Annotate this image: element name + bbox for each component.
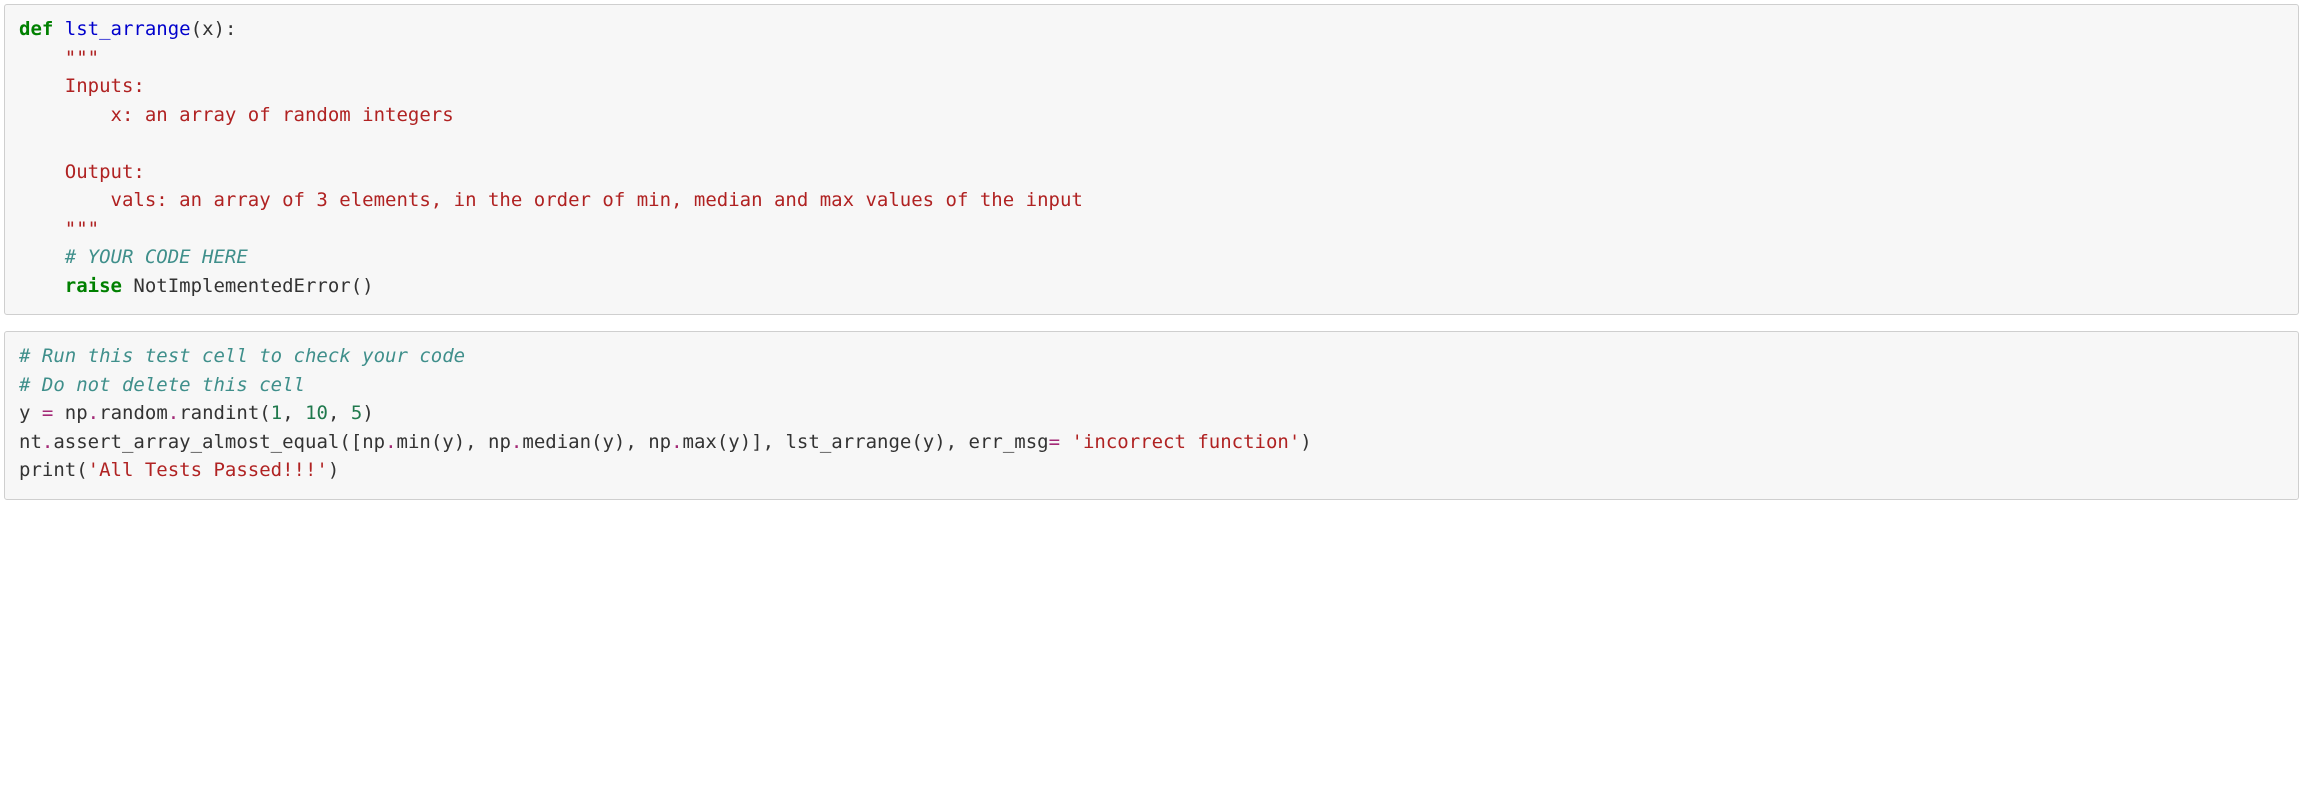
number-literal: 1 — [271, 402, 282, 424]
code-text: median(y), np — [522, 431, 671, 453]
comment-line: # Do not delete this cell — [19, 374, 305, 396]
code-text: min(y), np — [397, 431, 511, 453]
docstring-line: x: an array of random integers — [19, 104, 454, 126]
keyword-def: def — [19, 18, 53, 40]
number-literal: 10 — [305, 402, 328, 424]
keyword-raise: raise — [65, 275, 122, 297]
code-text: print( — [19, 459, 88, 481]
space — [1060, 431, 1071, 453]
function-name: lst_arrange — [65, 18, 191, 40]
space — [53, 18, 64, 40]
docstring-line: Inputs: — [19, 75, 145, 97]
operator-dot: . — [671, 431, 682, 453]
operator-assign: = — [42, 402, 53, 424]
code-text: , — [282, 402, 305, 424]
string-literal: 'incorrect function' — [1072, 431, 1301, 453]
code-text: randint( — [179, 402, 271, 424]
operator-dot: . — [511, 431, 522, 453]
signature: (x): — [191, 18, 237, 40]
code-text: ) — [328, 459, 339, 481]
operator-dot: . — [168, 402, 179, 424]
code-text: np — [53, 402, 87, 424]
comment-line: # Run this test cell to check your code — [19, 345, 465, 367]
comment-your-code-here: # YOUR CODE HERE — [19, 246, 248, 268]
operator-assign: = — [1049, 431, 1060, 453]
code-cell-2: # Run this test cell to check your code … — [4, 331, 2299, 500]
code-text: , — [328, 402, 351, 424]
code-text: ) — [362, 402, 373, 424]
docstring-line: Output: — [19, 161, 145, 183]
docstring-line: vals: an array of 3 elements, in the ord… — [19, 189, 1083, 211]
code-text: y — [19, 402, 42, 424]
docstring-close: """ — [19, 218, 99, 240]
indent — [19, 275, 65, 297]
operator-dot: . — [88, 402, 99, 424]
operator-dot: . — [42, 431, 53, 453]
operator-dot: . — [385, 431, 396, 453]
docstring-open: """ — [19, 47, 99, 69]
string-literal: 'All Tests Passed!!!' — [88, 459, 328, 481]
code-text: max(y)], lst_arrange(y), err_msg — [683, 431, 1049, 453]
code-text: assert_array_almost_equal([np — [53, 431, 385, 453]
code-text: random — [99, 402, 168, 424]
code-text: nt — [19, 431, 42, 453]
code-text: ) — [1300, 431, 1311, 453]
number-literal: 5 — [351, 402, 362, 424]
code-cell-1: def lst_arrange(x): """ Inputs: x: an ar… — [4, 4, 2299, 315]
raise-expression: NotImplementedError() — [122, 275, 374, 297]
